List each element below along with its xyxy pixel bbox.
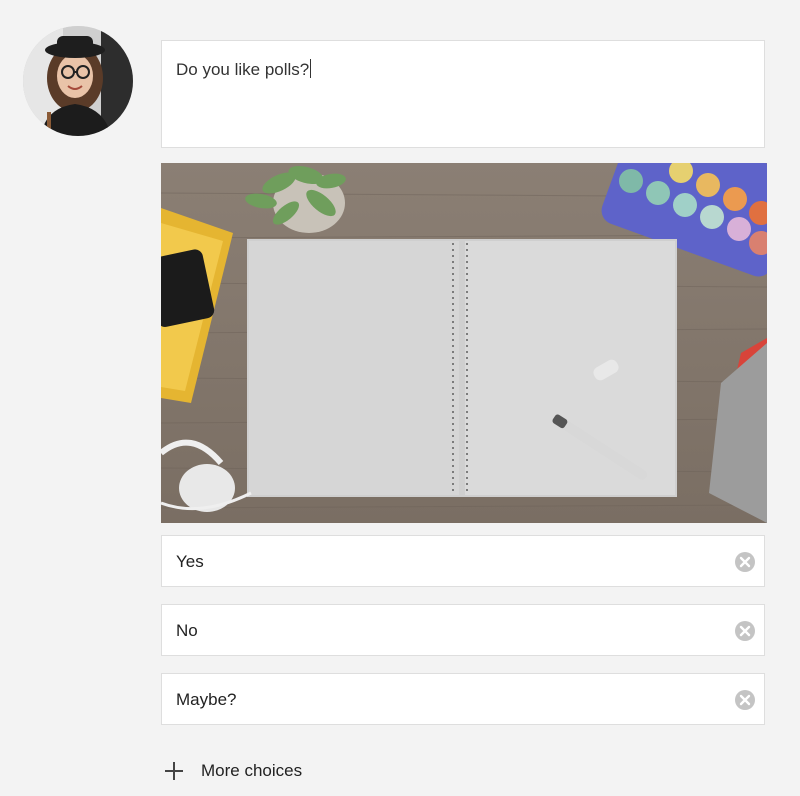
close-circle-icon[interactable] [734, 551, 756, 573]
plus-icon [165, 762, 183, 780]
close-circle-icon[interactable] [734, 620, 756, 642]
user-avatar [23, 26, 133, 136]
poll-choice[interactable]: No [161, 604, 765, 656]
more-choices-button[interactable]: More choices [163, 756, 302, 786]
poll-choice-label: Yes [176, 552, 204, 571]
text-caret [310, 59, 312, 78]
poll-image [161, 163, 767, 523]
poll-question-input[interactable]: Do you like polls? [161, 40, 765, 148]
more-choices-label: More choices [201, 761, 303, 780]
poll-choice[interactable]: Yes [161, 535, 765, 587]
close-circle-icon[interactable] [734, 689, 756, 711]
poll-choice-label: No [176, 621, 198, 640]
poll-question-text: Do you like polls? [176, 60, 310, 79]
poll-choice[interactable]: Maybe? [161, 673, 765, 725]
poll-choice-label: Maybe? [176, 690, 237, 709]
